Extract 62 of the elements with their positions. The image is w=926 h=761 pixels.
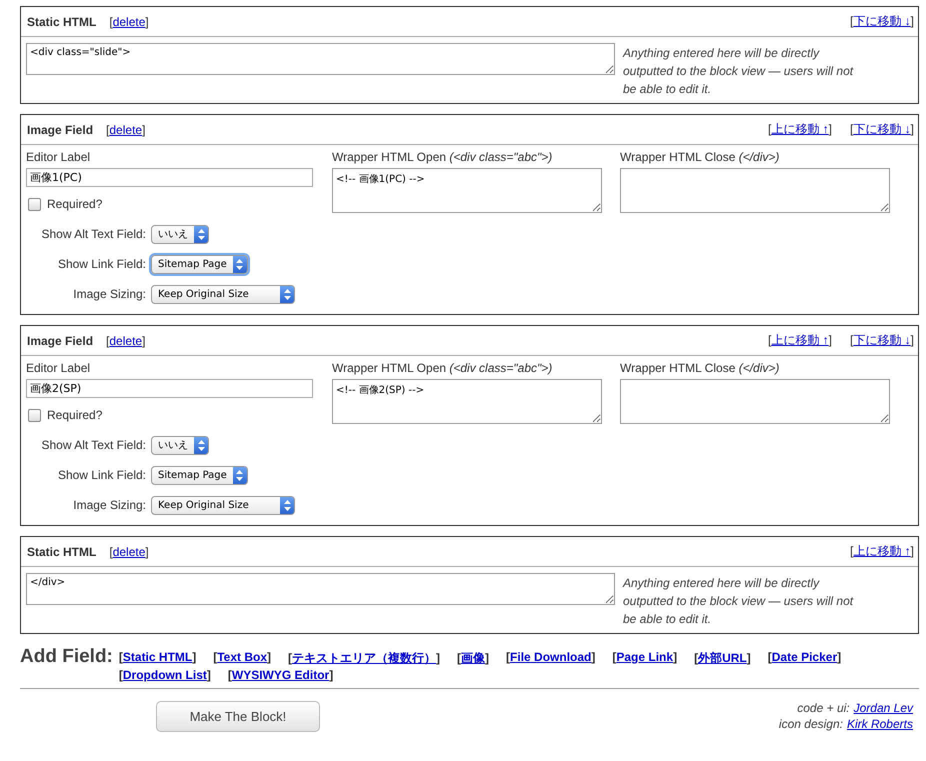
move-link[interactable]: [下に移動 ↓]	[850, 332, 914, 349]
checkbox[interactable]	[28, 198, 41, 210]
add-field-link[interactable]: [File Download]	[506, 650, 596, 667]
field-label: Wrapper HTML Close (</div>)	[620, 361, 780, 375]
add-field-link[interactable]: [テキストエリア（複数行）]	[288, 650, 440, 667]
add-field-link[interactable]: [Date Picker]	[768, 650, 842, 667]
dropdown[interactable]: Sitemap Page	[151, 254, 248, 274]
add-field-link[interactable]: [Page Link]	[612, 650, 678, 667]
field-label: Wrapper HTML Open (<div class="abc">)	[332, 150, 554, 164]
credit-link[interactable]: Kirk Roberts	[846, 717, 913, 731]
select-label: Show Link Field:	[56, 257, 146, 271]
credit-label: icon design:	[778, 717, 843, 731]
delete-link[interactable]: [delete]	[109, 544, 149, 558]
html-textarea[interactable]: <!-- 画像2(SP) -->	[332, 379, 602, 424]
move-link[interactable]: [下に移動 ↓]	[850, 121, 914, 138]
select-label: Image Sizing:	[72, 287, 146, 301]
html-textarea[interactable]: </div>	[26, 573, 615, 605]
move-link[interactable]: [上に移動 ↑]	[768, 121, 832, 138]
html-textarea[interactable]: <!-- 画像1(PC) -->	[332, 168, 602, 213]
help-text: Anything entered here will be directly outputted to the block view — users will not be able to edit it.	[623, 575, 854, 628]
submit-button[interactable]: Make The Block!	[156, 701, 320, 732]
help-text: Anything entered here will be directly outputted to the block view — users will not be able to edit it.	[623, 45, 854, 98]
dropdown[interactable]: いいえ	[151, 224, 209, 244]
block-title: Static HTML	[27, 544, 96, 558]
field-label: Wrapper HTML Open (<div class="abc">)	[332, 361, 554, 375]
add-field-heading: Add Field:	[20, 646, 113, 668]
block-title: Static HTML	[27, 14, 96, 28]
add-field-link[interactable]: [Static HTML]	[118, 650, 196, 667]
dropdown[interactable]: Keep Original Size	[151, 284, 295, 304]
checkbox-label: Required?	[47, 197, 102, 211]
select-label: Show Alt Text Field:	[40, 438, 146, 452]
block-title: Image Field	[27, 334, 94, 348]
html-textarea[interactable]: <div class="slide">	[26, 43, 615, 75]
add-field-link[interactable]: [画像]	[457, 650, 490, 667]
dropdown[interactable]: Sitemap Page	[151, 466, 248, 484]
checkbox-label: Required?	[47, 408, 102, 422]
delete-link[interactable]: [delete]	[106, 334, 146, 348]
credit-link[interactable]: Jordan Lev	[854, 701, 913, 715]
html-textarea[interactable]	[620, 168, 890, 213]
field-label: Wrapper HTML Close (</div>)	[620, 150, 780, 164]
move-link[interactable]: [下に移動 ↓]	[850, 13, 914, 30]
move-link[interactable]: [上に移動 ↑]	[768, 332, 832, 349]
label-input[interactable]: 画像1(PC)	[26, 168, 313, 187]
html-textarea[interactable]	[620, 379, 890, 424]
select-label: Show Link Field:	[56, 468, 146, 482]
block-title: Image Field	[27, 122, 94, 136]
dropdown[interactable]: いいえ	[151, 436, 209, 454]
dropdown[interactable]: Keep Original Size	[151, 496, 295, 514]
delete-link[interactable]: [delete]	[106, 122, 146, 136]
add-field-link[interactable]: [Text Box]	[213, 650, 272, 667]
field-label: Editor Label	[26, 150, 92, 164]
add-field-link[interactable]: [Dropdown List]	[118, 668, 211, 682]
delete-link[interactable]: [delete]	[109, 14, 149, 28]
add-field-link[interactable]: [WYSIWYG Editor]	[228, 668, 334, 682]
field-label: Editor Label	[26, 361, 92, 375]
add-field-link[interactable]: [外部URL]	[694, 650, 751, 667]
select-label: Show Alt Text Field:	[40, 227, 146, 241]
checkbox[interactable]	[28, 408, 41, 422]
label-input[interactable]: 画像2(SP)	[26, 379, 313, 398]
credit-label: code + ui:	[797, 701, 850, 715]
select-label: Image Sizing:	[72, 498, 146, 512]
move-link[interactable]: [上に移動 ↑]	[850, 543, 914, 560]
